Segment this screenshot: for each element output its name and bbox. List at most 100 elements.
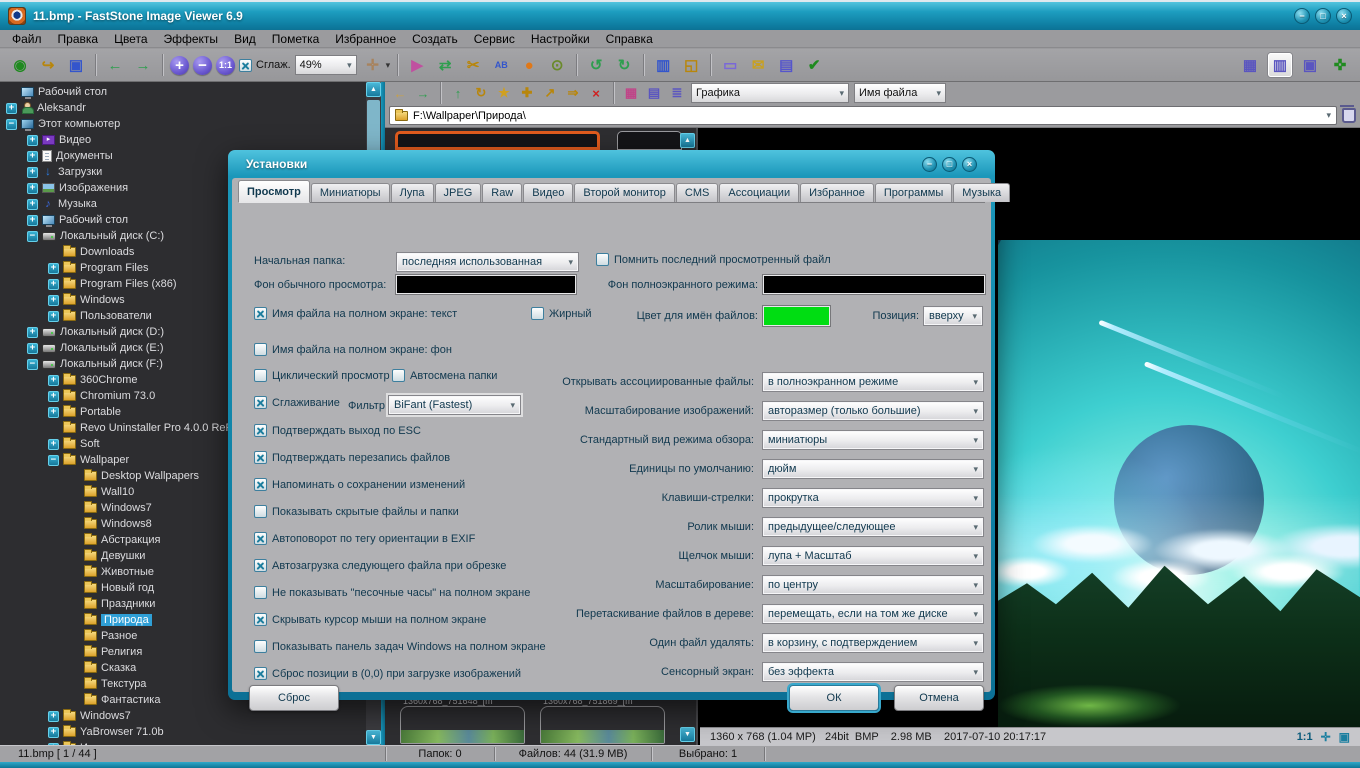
dropdown[interactable]: авторазмер (только большие)▾ [762, 401, 984, 421]
tree-item[interactable]: +Aleksandr [0, 100, 366, 116]
tree-expander[interactable]: + [48, 391, 59, 402]
checkbox[interactable] [596, 253, 609, 266]
acquire-photos-icon[interactable]: ◉ [8, 53, 32, 77]
dialog-tab[interactable]: Просмотр [238, 180, 310, 203]
tree-expander[interactable]: + [48, 727, 59, 738]
copy-to-folder-icon[interactable]: ↗ [541, 84, 559, 102]
scan-icon[interactable]: ▭ [718, 53, 742, 77]
tree-expander[interactable]: − [27, 359, 38, 370]
red-eye-icon[interactable]: ● [517, 53, 541, 77]
tree-expander[interactable]: + [48, 711, 59, 722]
tree-expander[interactable]: + [27, 183, 38, 194]
thumbnail[interactable] [540, 706, 665, 744]
back-icon[interactable]: ← [391, 84, 409, 102]
zoom-out-icon[interactable]: − [193, 56, 212, 75]
tree-item[interactable]: −Этот компьютер [0, 116, 366, 132]
next-image-icon[interactable]: → [131, 53, 155, 77]
dialog-tab[interactable]: CMS [676, 183, 718, 202]
thumbnail[interactable] [617, 131, 682, 150]
rename-icon[interactable]: AB [489, 53, 513, 77]
view-thumbnails-icon[interactable]: ▦ [622, 84, 640, 102]
print-icon[interactable]: ▤ [774, 53, 798, 77]
dialog-tab[interactable]: Программы [875, 183, 952, 202]
hand-tool-icon[interactable]: ✛ [361, 53, 385, 77]
chevron-down-icon[interactable]: ▾ [386, 60, 391, 71]
checkbox[interactable] [531, 307, 544, 320]
open-file-icon[interactable]: ↪ [36, 53, 60, 77]
dialog-tab[interactable]: Миниатюры [311, 183, 390, 202]
view-preview-icon[interactable]: ▣ [1298, 53, 1322, 77]
scroll-down-icon[interactable]: ▼ [680, 727, 695, 742]
ok-button[interactable]: ОК [789, 685, 879, 711]
maximize-button[interactable]: □ [1315, 8, 1331, 24]
image-preview[interactable] [998, 240, 1360, 727]
dialog-tab[interactable]: Видео [523, 183, 573, 202]
dropdown[interactable]: по центру▾ [762, 575, 984, 595]
tree-expander[interactable]: + [48, 375, 59, 386]
thumbnail-selected[interactable] [395, 131, 600, 150]
compare-windows-icon[interactable]: ▥ [651, 53, 675, 77]
trash-icon[interactable] [1342, 108, 1356, 123]
filename-text-checkbox[interactable]: Имя файла на полном экране: текст [254, 307, 457, 320]
forward-icon[interactable]: → [414, 84, 432, 102]
crop-icon[interactable]: ✂ [461, 53, 485, 77]
tree-expander[interactable]: + [27, 199, 38, 210]
tree-item[interactable]: +Видео [0, 132, 366, 148]
save-as-icon[interactable]: ▣ [64, 53, 88, 77]
menu-item[interactable]: Создать [404, 32, 466, 46]
zoom-actual-size-icon[interactable]: 1:1 [216, 56, 235, 75]
menu-item[interactable]: Вид [226, 32, 264, 46]
tree-expander[interactable]: + [48, 263, 59, 274]
dialog-tab[interactable]: JPEG [435, 183, 482, 202]
dialog-tab[interactable]: Музыка [953, 183, 1010, 202]
slideshow-icon[interactable]: ▶ [405, 53, 429, 77]
checkbox[interactable] [239, 59, 252, 72]
title-bar[interactable]: 11.bmp - FastStone Image Viewer 6.9 − □ … [0, 2, 1360, 30]
dialog-tab[interactable]: Второй монитор [574, 183, 675, 202]
dialog-title-bar[interactable]: Установки − □ × [228, 150, 995, 178]
tree-expander[interactable]: + [27, 151, 38, 162]
view-browser-icon[interactable]: ▥ [1268, 53, 1292, 77]
minimize-button[interactable]: − [1294, 8, 1310, 24]
checkbox[interactable] [254, 307, 267, 320]
address-input[interactable]: F:\Wallpaper\Природа\ ▾ [389, 106, 1337, 125]
fullscreen-icon[interactable]: ✜ [1328, 53, 1352, 77]
filter-select[interactable]: Графика▾ [691, 83, 849, 103]
dropdown[interactable]: перемещать, если на том же диске▾ [762, 604, 984, 624]
settings-checkbox-row[interactable]: Имя файла на полном экране: фон [254, 343, 452, 356]
scroll-down-icon[interactable]: ▼ [366, 730, 381, 745]
zoom-select[interactable]: 49%▾ [295, 55, 357, 75]
start-folder-dropdown[interactable]: последняя использованная ▾ [396, 252, 579, 272]
tree-expander[interactable]: + [48, 407, 59, 418]
zoom-in-icon[interactable]: + [170, 56, 189, 75]
dropdown[interactable]: лупа + Масштаб▾ [762, 546, 984, 566]
previous-image-icon[interactable]: ← [103, 53, 127, 77]
compare-images-icon[interactable]: ⇄ [433, 53, 457, 77]
dialog-minimize-button[interactable]: − [922, 157, 937, 172]
options-icon[interactable]: ✔ [802, 53, 826, 77]
view-details-icon[interactable]: ≣ [668, 84, 686, 102]
normal-background-swatch[interactable] [396, 275, 576, 294]
dropdown[interactable]: прокрутка▾ [762, 488, 984, 508]
filename-color-swatch[interactable] [763, 306, 830, 326]
menu-item[interactable]: Сервис [466, 32, 523, 46]
dialog-maximize-button[interactable]: □ [942, 157, 957, 172]
menu-item[interactable]: Правка [50, 32, 107, 46]
favorites-folder-icon[interactable]: ★ [495, 84, 513, 102]
dialog-tab[interactable]: Избранное [800, 183, 874, 202]
checkbox[interactable] [254, 343, 267, 356]
delete-icon[interactable]: × [587, 84, 605, 102]
scroll-up-icon[interactable]: ▲ [366, 82, 381, 97]
tree-expander[interactable]: − [6, 119, 17, 130]
cancel-button[interactable]: Отмена [894, 685, 984, 711]
menu-item[interactable]: Настройки [523, 32, 598, 46]
resize-icon[interactable]: ◱ [679, 53, 703, 77]
tree-expander[interactable]: + [27, 343, 38, 354]
view-thumbnails-icon[interactable]: ▦ [1238, 53, 1262, 77]
chevron-down-icon[interactable]: ▾ [1326, 110, 1331, 121]
fit-window-icon[interactable]: ▣ [1339, 730, 1350, 744]
reset-button[interactable]: Сброс [249, 685, 339, 711]
tree-expander[interactable]: + [6, 103, 17, 114]
rotate-right-icon[interactable]: ↻ [612, 53, 636, 77]
tree-expander[interactable]: + [48, 295, 59, 306]
